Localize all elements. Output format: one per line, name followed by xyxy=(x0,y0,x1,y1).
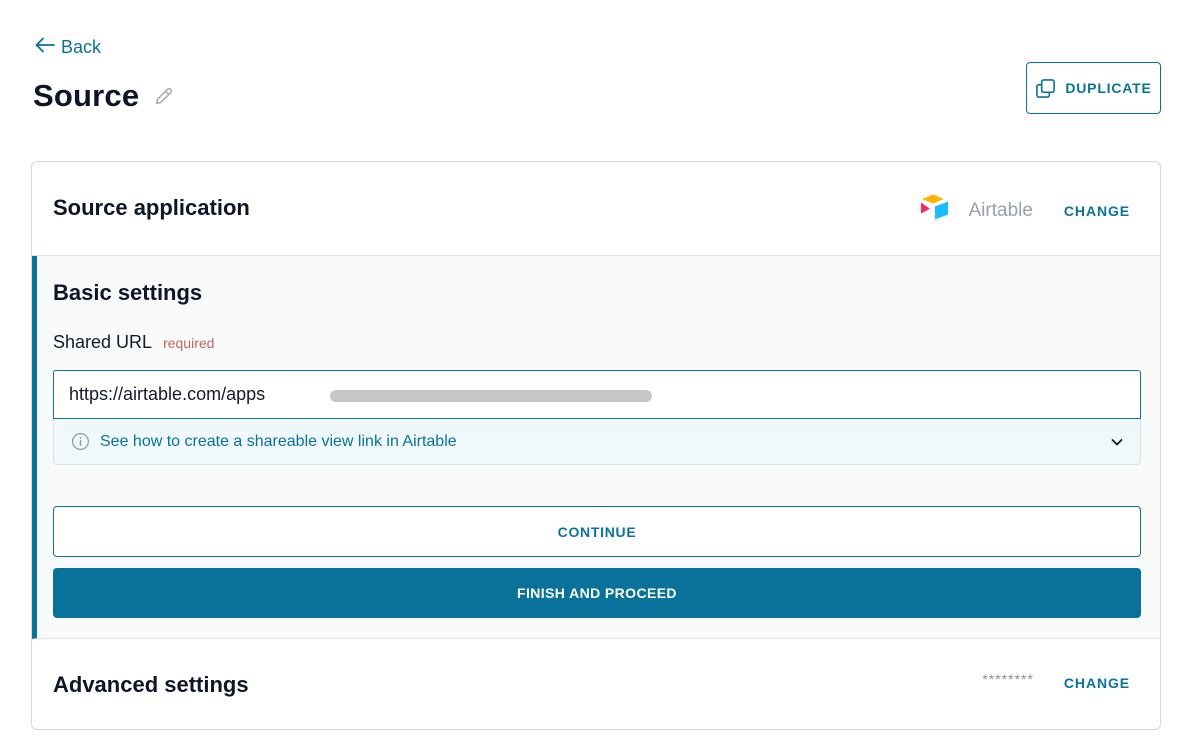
source-application-title: Source application xyxy=(53,195,250,220)
advanced-settings-title: Advanced settings xyxy=(53,672,249,697)
advanced-settings-section: Advanced settings ******** CHANGE xyxy=(32,639,1160,729)
back-link[interactable]: Back xyxy=(35,37,101,58)
source-app-name: Airtable xyxy=(968,199,1033,221)
change-source-button[interactable]: CHANGE xyxy=(1064,203,1130,219)
source-application-section: Source application Airtable CHANGE xyxy=(32,162,1160,256)
page-header: Source xyxy=(33,78,175,114)
basic-settings-title: Basic settings xyxy=(53,280,203,305)
copy-icon xyxy=(1035,78,1056,99)
arrow-left-icon xyxy=(35,37,55,58)
shared-url-label: Shared URL required xyxy=(53,332,214,353)
advanced-settings-summary: ******** CHANGE xyxy=(982,671,1130,691)
duplicate-label: DUPLICATE xyxy=(1065,80,1152,96)
page-title: Source xyxy=(33,78,140,113)
duplicate-button[interactable]: DUPLICATE xyxy=(1026,62,1161,114)
change-advanced-button[interactable]: CHANGE xyxy=(1064,675,1130,691)
continue-button[interactable]: CONTINUE xyxy=(53,506,1141,557)
help-text: See how to create a shareable view link … xyxy=(100,432,457,450)
chevron-down-icon[interactable] xyxy=(1110,435,1124,449)
source-application-summary: Airtable CHANGE xyxy=(919,193,1131,228)
basic-settings-section: Basic settings Shared URL required See h… xyxy=(32,256,1160,639)
pencil-icon[interactable] xyxy=(153,85,175,107)
masked-value: ******** xyxy=(982,671,1034,687)
airtable-logo-icon xyxy=(919,193,969,228)
shareable-link-help[interactable]: See how to create a shareable view link … xyxy=(53,419,1141,465)
finish-and-proceed-button[interactable]: FINISH AND PROCEED xyxy=(53,568,1141,618)
info-icon xyxy=(71,432,100,451)
back-label: Back xyxy=(61,37,102,57)
required-badge: required xyxy=(163,335,215,351)
shared-url-label-text: Shared URL xyxy=(53,332,153,352)
redacted-url-mask xyxy=(330,390,652,402)
source-card: Source application Airtable CHANGE Basic… xyxy=(31,161,1161,730)
